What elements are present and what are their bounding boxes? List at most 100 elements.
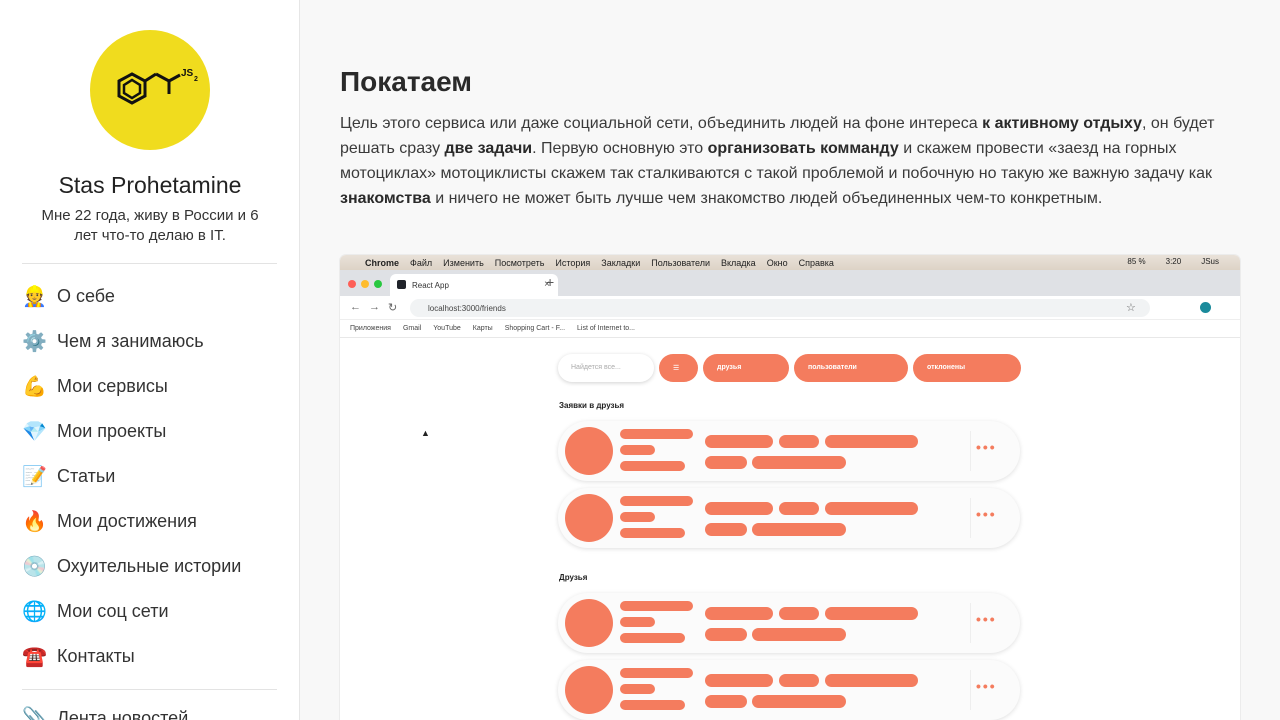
skeleton-bar — [620, 445, 655, 455]
reload-icon: ↻ — [388, 302, 398, 314]
more-icon: ••• — [976, 506, 997, 522]
skeleton-bar — [705, 607, 773, 620]
skeleton-bar — [620, 633, 685, 643]
skeleton-bar — [705, 674, 773, 687]
url-field: localhost:3000/friends — [410, 299, 1150, 317]
skeleton-bar — [620, 668, 693, 678]
bookmark: Карты — [472, 325, 493, 332]
mac-menubar: Chrome Файл Изменить Посмотреть История … — [340, 255, 1240, 270]
fire-icon: 🔥 — [22, 510, 47, 533]
sidebar-item-stories[interactable]: 💿 Охуительные истории — [22, 544, 277, 589]
project-description: Цель этого сервиса или даже социальной с… — [340, 111, 1230, 211]
author-name: Stas Prohetamine — [58, 172, 242, 198]
menubar-app: Chrome — [365, 257, 400, 268]
skeleton-bar — [752, 628, 846, 641]
menubar-item: Файл — [410, 257, 433, 268]
sidebar-item-socials[interactable]: 🌐 Мои соц сети — [22, 589, 277, 634]
bookmark: List of Internet to... — [577, 325, 636, 332]
skeleton-bar — [705, 695, 747, 708]
skeleton-bar — [620, 528, 685, 538]
forward-icon: → — [369, 301, 380, 313]
page-title: Покатаем — [340, 66, 473, 97]
skeleton-bar — [752, 695, 846, 708]
section-title: Заявки в друзья — [559, 401, 625, 410]
sidebar-item-achievements[interactable]: 🔥 Мои достижения — [22, 499, 277, 544]
sidebar: JS 2 Stas Prohetamine Мне 22 года, живу … — [0, 0, 300, 720]
skeleton-bar — [705, 502, 773, 515]
sidebar-divider — [22, 689, 277, 690]
skeleton-bar — [620, 684, 655, 694]
menubar-item: Пользователи — [651, 257, 710, 268]
skeleton-bar — [779, 674, 819, 687]
user-text: JSus — [1201, 257, 1219, 266]
back-icon: ← — [350, 301, 361, 313]
flexed-biceps-icon: 💪 — [22, 375, 47, 398]
sidebar-item-label: Мои сервисы — [57, 376, 168, 396]
disc-icon: 💿 — [22, 555, 47, 578]
description-bold: знакомства — [340, 190, 431, 207]
card-divider — [970, 431, 971, 471]
address-bar: ← → ↻ localhost:3000/friends ☆ — [340, 296, 1240, 320]
sidebar-item-news[interactable]: 📎 Лента новостей — [22, 706, 188, 720]
description-bold: две задачи — [444, 140, 533, 157]
sidebar-item-label: Мои проекты — [57, 421, 167, 441]
new-tab-icon: + — [546, 274, 555, 290]
bookmarks-bar: Приложения Gmail YouTube Карты Shopping … — [340, 320, 1240, 338]
section-title: Друзья — [559, 573, 588, 582]
maximize-window-icon — [374, 280, 382, 288]
sidebar-item-label: Статьи — [57, 466, 116, 486]
url-text: localhost:3000/friends — [428, 304, 506, 313]
sidebar-item-what-i-do[interactable]: ⚙️ Чем я занимаюсь — [22, 319, 277, 364]
skeleton-bar — [620, 617, 655, 627]
sidebar-item-articles[interactable]: 📝 Статьи — [22, 454, 277, 499]
sidebar-item-label: Лента новостей — [57, 707, 189, 720]
skeleton-bar — [620, 700, 685, 710]
sidebar-item-services[interactable]: 💪 Мои сервисы — [22, 364, 277, 409]
avatar-placeholder — [565, 427, 613, 475]
author-bio: Мне 22 года, живу в России и 6 лет что-т… — [41, 207, 259, 244]
gem-icon: 💎 — [22, 420, 47, 443]
skeleton-bar — [620, 496, 693, 506]
skeleton-bar — [825, 674, 918, 687]
sidebar-nav: 👷 О себе ⚙️ Чем я занимаюсь 💪 Мои сервис… — [22, 274, 277, 679]
mouse-cursor-icon: ▲ — [421, 428, 430, 438]
skeleton-bar — [752, 456, 846, 469]
browser-tab: React App × — [390, 274, 558, 296]
avatar-placeholder — [565, 666, 613, 714]
sidebar-item-projects[interactable]: 💎 Мои проекты — [22, 409, 277, 454]
app-viewport: Найдется все... ☰ друзья пользователи от… — [340, 339, 1240, 720]
sidebar-item-contacts[interactable]: ☎️ Контакты — [22, 634, 277, 679]
avatar-label: JS — [181, 68, 194, 79]
description-text: и ничего не может быть лучше чем знакомс… — [430, 190, 1103, 207]
skeleton-bar — [620, 512, 655, 522]
menubar-item: Посмотреть — [494, 257, 545, 268]
skeleton-bar — [825, 502, 918, 515]
sidebar-divider — [22, 263, 277, 264]
tab-title: React App — [412, 281, 449, 290]
friend-card: ••• — [558, 593, 1020, 653]
molecule-logo-icon — [117, 72, 181, 105]
skeleton-bar — [705, 435, 773, 448]
app-screenshot: Chrome Файл Изменить Посмотреть История … — [340, 255, 1240, 720]
menubar-item: История — [555, 257, 591, 268]
pill-friends: друзья — [703, 354, 789, 382]
avatar-subscript: 2 — [194, 76, 198, 83]
avatar-placeholder — [565, 494, 613, 542]
friend-card: ••• — [558, 421, 1020, 481]
sidebar-item-label: Мои достижения — [57, 511, 197, 531]
sidebar-item-label: Мои соц сети — [57, 601, 169, 621]
skeleton-bar — [705, 628, 747, 641]
skeleton-bar — [779, 607, 819, 620]
skeleton-bar — [752, 523, 846, 536]
description-text: . Первую основную это — [532, 140, 708, 157]
avatar-placeholder — [565, 599, 613, 647]
skeleton-bar — [705, 456, 747, 469]
description-text: Цель этого сервиса или даже социальной с… — [340, 115, 983, 132]
more-icon: ••• — [976, 678, 997, 694]
sidebar-item-about[interactable]: 👷 О себе — [22, 274, 277, 319]
worker-icon: 👷 — [22, 285, 47, 308]
search-input: Найдется все... — [558, 354, 654, 382]
telephone-icon: ☎️ — [22, 645, 47, 668]
card-divider — [970, 603, 971, 643]
avatar[interactable]: JS 2 — [90, 30, 210, 150]
